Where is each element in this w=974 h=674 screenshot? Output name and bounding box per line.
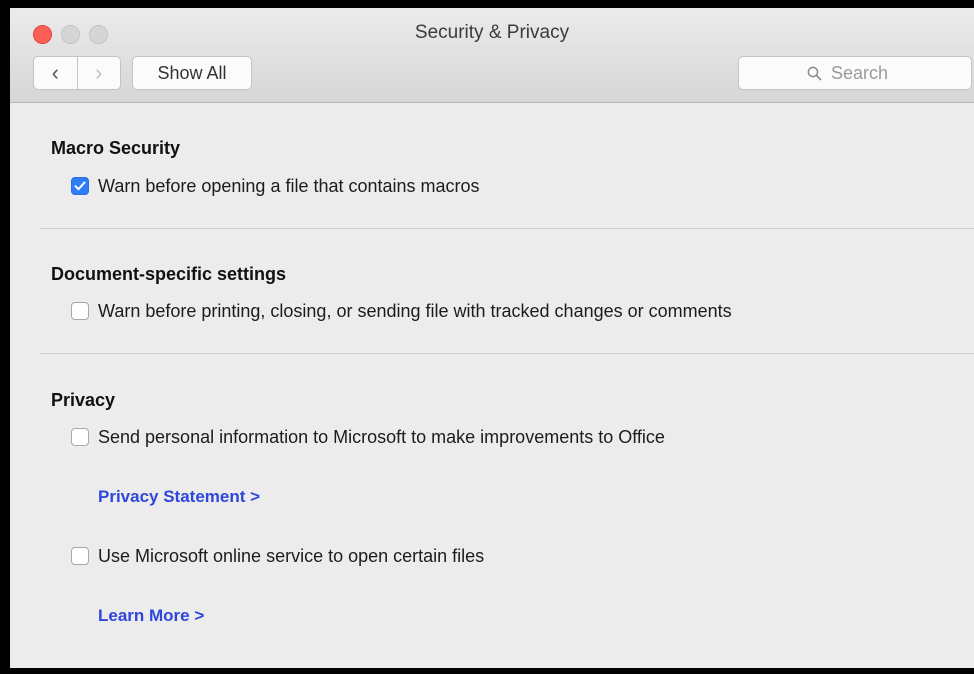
warn-macros-label: Warn before opening a file that contains… — [98, 175, 480, 196]
back-button[interactable]: ‹ — [34, 57, 77, 89]
show-all-button[interactable]: Show All — [132, 56, 252, 90]
send-personal-info-label: Send personal information to Microsoft t… — [98, 426, 665, 447]
checkmark-icon — [74, 181, 86, 191]
send-personal-info-checkbox[interactable] — [71, 428, 89, 446]
privacy-heading: Privacy — [51, 390, 116, 410]
navigation-button-group: ‹ › — [33, 56, 121, 90]
search-input[interactable] — [829, 61, 903, 85]
warn-tracked-changes-label: Warn before printing, closing, or sendin… — [98, 300, 732, 321]
send-personal-info-option[interactable]: Send personal information to Microsoft t… — [71, 427, 665, 447]
forward-button[interactable]: › — [76, 57, 121, 89]
warn-tracked-changes-option[interactable]: Warn before printing, closing, or sendin… — [71, 301, 732, 321]
online-service-option[interactable]: Use Microsoft online service to open cer… — [71, 546, 484, 566]
title-bar: Security & Privacy ‹ › Show All — [10, 8, 974, 103]
online-service-checkbox[interactable] — [71, 547, 89, 565]
section-divider — [40, 353, 974, 354]
warn-macros-checkbox[interactable] — [71, 177, 89, 195]
search-field[interactable] — [738, 56, 972, 90]
chevron-left-icon: ‹ — [51, 60, 59, 85]
online-service-label: Use Microsoft online service to open cer… — [98, 545, 485, 566]
document-settings-heading: Document-specific settings — [51, 264, 287, 284]
search-icon — [807, 66, 822, 81]
window-title: Security & Privacy — [414, 22, 570, 43]
security-privacy-window: Security & Privacy ‹ › Show All Macro Se… — [10, 8, 974, 668]
section-divider — [40, 228, 974, 229]
learn-more-link[interactable]: Learn More > — [98, 606, 204, 626]
privacy-statement-link[interactable]: Privacy Statement > — [98, 487, 260, 507]
macro-security-heading: Macro Security — [51, 138, 181, 158]
chevron-right-icon: › — [95, 60, 103, 85]
warn-macros-option[interactable]: Warn before opening a file that contains… — [71, 176, 480, 196]
warn-tracked-changes-checkbox[interactable] — [71, 302, 89, 320]
